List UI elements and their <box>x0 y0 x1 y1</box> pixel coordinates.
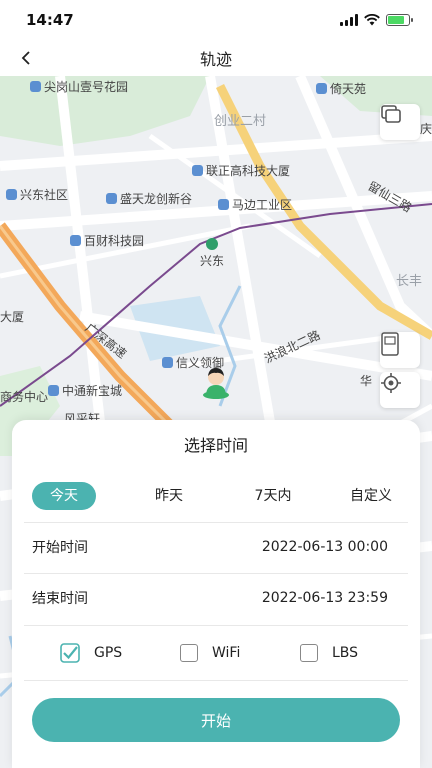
start-time-row[interactable]: 开始时间 2022-06-13 00:00 <box>12 522 420 572</box>
user-location-marker[interactable] <box>198 364 234 400</box>
status-icons <box>340 14 413 26</box>
divider <box>24 680 408 681</box>
date-range-tabs: 今天 昨天 7天内 自定义 <box>12 482 420 510</box>
end-time-row[interactable]: 结束时间 2022-06-13 23:59 <box>12 573 420 623</box>
lbs-checkbox[interactable]: LBS <box>300 644 358 662</box>
map-label: 联正高科技大厦 <box>192 162 290 179</box>
battery-icon <box>386 14 413 26</box>
locate-button[interactable] <box>380 372 420 408</box>
map-label: 大厦 <box>0 310 25 324</box>
map-label: 马边工业区 <box>218 196 292 213</box>
map-label: 商务中心 <box>0 390 49 404</box>
sheet-title: 选择时间 <box>183 436 248 455</box>
checkmark-icon <box>60 643 80 663</box>
map-label: 创业二村 <box>214 114 267 129</box>
map-label: 兴东社区 <box>6 186 68 203</box>
poi-icon <box>30 81 41 92</box>
layers-button[interactable] <box>380 104 420 140</box>
start-time-label: 开始时间 <box>32 540 88 556</box>
gps-checkbox-label: GPS <box>94 645 123 661</box>
map-label: 盛天龙创新谷 <box>106 190 192 207</box>
status-bar: 14:47 <box>0 0 432 40</box>
start-time-value[interactable]: 2022-06-13 00:00 <box>262 539 388 555</box>
map-label: 庆 <box>420 122 432 136</box>
chevron-left-icon <box>21 51 30 65</box>
cellular-signal-icon <box>340 14 358 26</box>
locate-icon <box>381 373 401 393</box>
layers-icon <box>381 105 401 123</box>
checkbox-box <box>180 644 198 662</box>
time-picker-sheet: 选择时间 今天 昨天 7天内 自定义 开始时间 2022-06-13 00:00… <box>12 420 420 768</box>
tab-today[interactable]: 今天 <box>32 482 96 510</box>
poi-icon <box>70 235 81 246</box>
tab-last-7-days[interactable]: 7天内 <box>238 482 308 510</box>
map-label: 兴东 <box>200 254 225 268</box>
map-label: 尖岗山壹号花园 <box>30 78 128 95</box>
nav-bar: 轨迹 <box>0 40 432 76</box>
wifi-checkbox-label: WiFi <box>212 645 241 661</box>
poi-icon <box>192 165 203 176</box>
map-label: 倚天苑 <box>316 80 366 97</box>
poi-icon <box>162 357 173 368</box>
end-time-value[interactable]: 2022-06-13 23:59 <box>262 590 388 606</box>
location-source-options: GPS WiFi LBS <box>12 638 420 668</box>
map-label: 华 <box>360 374 373 388</box>
poi-icon <box>218 199 229 210</box>
map-label: 百财科技园 <box>70 232 144 249</box>
checkbox-box <box>300 644 318 662</box>
poi-icon <box>6 189 17 200</box>
poi-icon <box>48 385 59 396</box>
map-label: 长丰 <box>396 274 423 289</box>
poi-icon <box>106 193 117 204</box>
back-button[interactable] <box>12 44 40 72</box>
gps-checkbox[interactable]: GPS <box>60 643 122 663</box>
divider <box>24 625 408 626</box>
page-title: 轨迹 <box>199 50 232 69</box>
end-time-label: 结束时间 <box>32 591 88 607</box>
wifi-icon <box>364 14 380 26</box>
status-time: 14:47 <box>26 11 74 29</box>
lbs-checkbox-label: LBS <box>332 645 359 661</box>
gps-device-icon <box>381 332 399 356</box>
map-label: 中通新宝城 <box>48 382 122 399</box>
tab-custom[interactable]: 自定义 <box>336 482 406 510</box>
tab-yesterday[interactable]: 昨天 <box>144 482 194 510</box>
user-avatar-icon <box>203 368 229 399</box>
poi-icon <box>316 83 327 94</box>
start-query-button[interactable]: 开始 <box>32 698 400 742</box>
wifi-checkbox[interactable]: WiFi <box>180 644 240 662</box>
gps-source-button[interactable] <box>380 332 420 368</box>
